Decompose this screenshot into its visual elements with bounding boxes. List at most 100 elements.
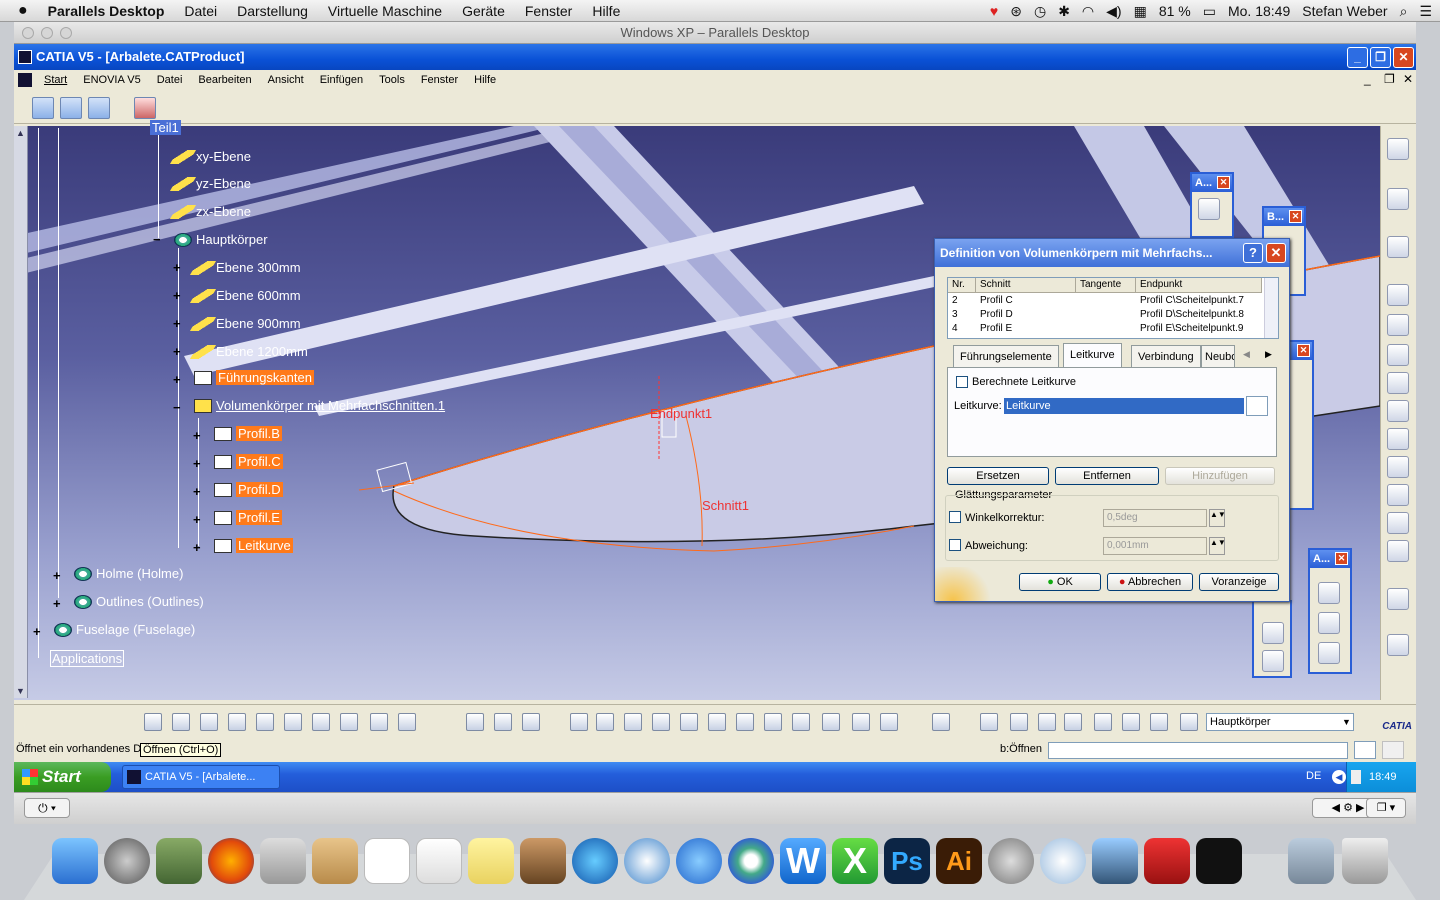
menu-ansicht[interactable]: Ansicht [260, 74, 312, 86]
sketch-icon[interactable] [1387, 236, 1409, 258]
col-tangente[interactable]: Tangente [1076, 278, 1136, 293]
mac-menu-geraete[interactable]: Geräte [452, 3, 515, 19]
doc-minimize-icon[interactable]: _ [1364, 72, 1371, 86]
abweichung-spinner-icon[interactable]: ▲▼ [1209, 537, 1226, 555]
col-nr[interactable]: Nr. [948, 278, 976, 293]
expand-icon[interactable]: + [193, 541, 203, 554]
sketch-edit-icon[interactable] [1246, 396, 1268, 416]
tree-zx-ebene[interactable]: zx-Ebene [169, 204, 251, 219]
list-icon[interactable] [1150, 713, 1168, 731]
work-object-dropdown[interactable]: Hauptkörper [1206, 713, 1354, 731]
expand-icon[interactable]: + [173, 289, 183, 302]
fly-icon[interactable] [570, 713, 588, 731]
system-prefs-icon[interactable] [988, 838, 1034, 884]
multi-view-icon[interactable] [764, 713, 782, 731]
bluetooth-icon[interactable]: ✱ [1058, 3, 1070, 20]
doc-close-icon[interactable]: ✕ [1403, 72, 1413, 86]
tree-fuehrungskanten[interactable]: Führungskanten [194, 370, 314, 385]
reminders-icon[interactable] [416, 838, 462, 884]
camera-icon[interactable] [932, 713, 950, 731]
table-cell[interactable]: Profil E\Scheitelpunkt.9 [1140, 322, 1243, 336]
thread-icon[interactable] [1387, 540, 1409, 562]
hole-icon[interactable] [1387, 372, 1409, 394]
menu-einfuegen[interactable]: Einfügen [312, 74, 371, 86]
notification-icon[interactable]: ☰ [1419, 3, 1432, 20]
tree-ebene-1200[interactable]: Ebene 1200mm [189, 344, 308, 359]
fit-all-icon[interactable] [596, 713, 614, 731]
mac-app-name[interactable]: Parallels Desktop [38, 3, 175, 19]
expand-icon[interactable]: + [193, 429, 203, 442]
iphoto-icon[interactable] [520, 838, 566, 884]
expand-icon[interactable]: + [193, 457, 203, 470]
table-cell[interactable]: Profil D [980, 308, 1013, 322]
table-row[interactable]: 3 [952, 308, 958, 322]
command-cancel-icon[interactable] [1382, 741, 1404, 759]
sections-table[interactable]: Nr. Schnitt Tangente Endpunkt 2 Profil C… [947, 277, 1279, 339]
photo-booth-icon[interactable] [156, 838, 202, 884]
scroll-down-icon[interactable]: ▼ [16, 686, 25, 696]
tray-device-icon[interactable] [1351, 770, 1361, 784]
menu-tools[interactable]: Tools [371, 74, 413, 86]
close-light-icon[interactable] [22, 27, 34, 39]
tree-profil-b[interactable]: Profil.B [214, 426, 282, 441]
workbench-icon[interactable] [134, 97, 156, 119]
tab-fuehrungselemente[interactable]: Führungselemente [953, 345, 1059, 367]
itunes-icon[interactable] [572, 838, 618, 884]
open-folder-icon[interactable] [172, 713, 190, 731]
swap-space-icon[interactable] [880, 713, 898, 731]
time-machine-icon[interactable]: ◷ [1034, 3, 1046, 20]
ok-button[interactable]: ● OK [1019, 573, 1101, 591]
menu-bearbeiten[interactable]: Bearbeiten [190, 74, 259, 86]
tree-ebene-300[interactable]: Ebene 300mm [189, 260, 301, 275]
copy-icon[interactable] [284, 713, 302, 731]
tree-leitkurve[interactable]: Leitkurve [214, 538, 293, 553]
table-scrollbar[interactable] [1264, 278, 1278, 338]
mac-menu-hilfe[interactable]: Hilfe [582, 3, 630, 19]
tab-leitkurve[interactable]: Leitkurve [1063, 343, 1122, 367]
shell-icon[interactable] [1387, 512, 1409, 534]
mac-menu-fenster[interactable]: Fenster [515, 3, 582, 19]
heart-icon[interactable]: ♥ [990, 3, 998, 19]
new-file-icon[interactable] [144, 713, 162, 731]
table-cell[interactable]: Profil E [980, 322, 1012, 336]
volume-icon[interactable]: ◀) [1106, 3, 1121, 20]
winkel-input[interactable]: 0,5deg [1103, 509, 1207, 527]
tray-clock[interactable]: 18:49 [1369, 762, 1397, 792]
scale-icon[interactable] [1064, 713, 1082, 731]
parallels-vm-icon[interactable] [1092, 838, 1138, 884]
update-icon[interactable] [980, 713, 998, 731]
abweichung-checkbox[interactable] [949, 539, 961, 551]
flag-note-icon[interactable] [1318, 612, 1340, 634]
whats-this-icon[interactable] [88, 97, 110, 119]
illustrator-icon[interactable]: Ai [936, 838, 982, 884]
axis-icon[interactable] [1038, 713, 1056, 731]
zoom-light-icon[interactable] [60, 27, 72, 39]
menu-fenster[interactable]: Fenster [413, 74, 466, 86]
entfernen-button[interactable]: Entfernen [1055, 467, 1159, 485]
winkel-spinner-icon[interactable]: ▲▼ [1209, 509, 1226, 527]
contacts-icon[interactable] [312, 838, 358, 884]
tab-right-icon[interactable]: ▶ [1265, 349, 1272, 360]
cut-icon[interactable] [256, 713, 274, 731]
save-icon[interactable] [200, 713, 218, 731]
mini-tool-icon[interactable] [1198, 198, 1220, 220]
mac-clock[interactable]: Mo. 18:49 [1228, 3, 1290, 19]
zoom-in-icon[interactable] [680, 713, 698, 731]
close-icon[interactable]: ✕ [1217, 176, 1230, 189]
scroll-up-icon[interactable]: ▲ [16, 128, 25, 138]
select-arrow-icon[interactable] [1387, 188, 1409, 210]
tree-profil-e[interactable]: Profil.E [214, 510, 282, 525]
minimize-icon[interactable]: _ [1347, 47, 1368, 68]
language-indicator[interactable]: DE [1306, 770, 1321, 782]
battery-text[interactable]: 81 % [1159, 3, 1191, 19]
tree-applications[interactable]: Applications [50, 650, 125, 667]
plane-icon[interactable] [1262, 650, 1284, 672]
pad-icon[interactable] [1387, 284, 1409, 306]
dialog-titlebar[interactable]: Definition von Volumenkörpern mit Mehrfa… [935, 239, 1289, 267]
mini-toolbar-c-title[interactable]: ✕ [1290, 342, 1312, 360]
close-icon[interactable]: ✕ [1297, 344, 1310, 357]
fillet-icon[interactable] [1387, 456, 1409, 478]
menu-start[interactable]: Start [36, 74, 75, 86]
tree-icon[interactable] [60, 97, 82, 119]
downloads-folder-icon[interactable] [1288, 838, 1334, 884]
